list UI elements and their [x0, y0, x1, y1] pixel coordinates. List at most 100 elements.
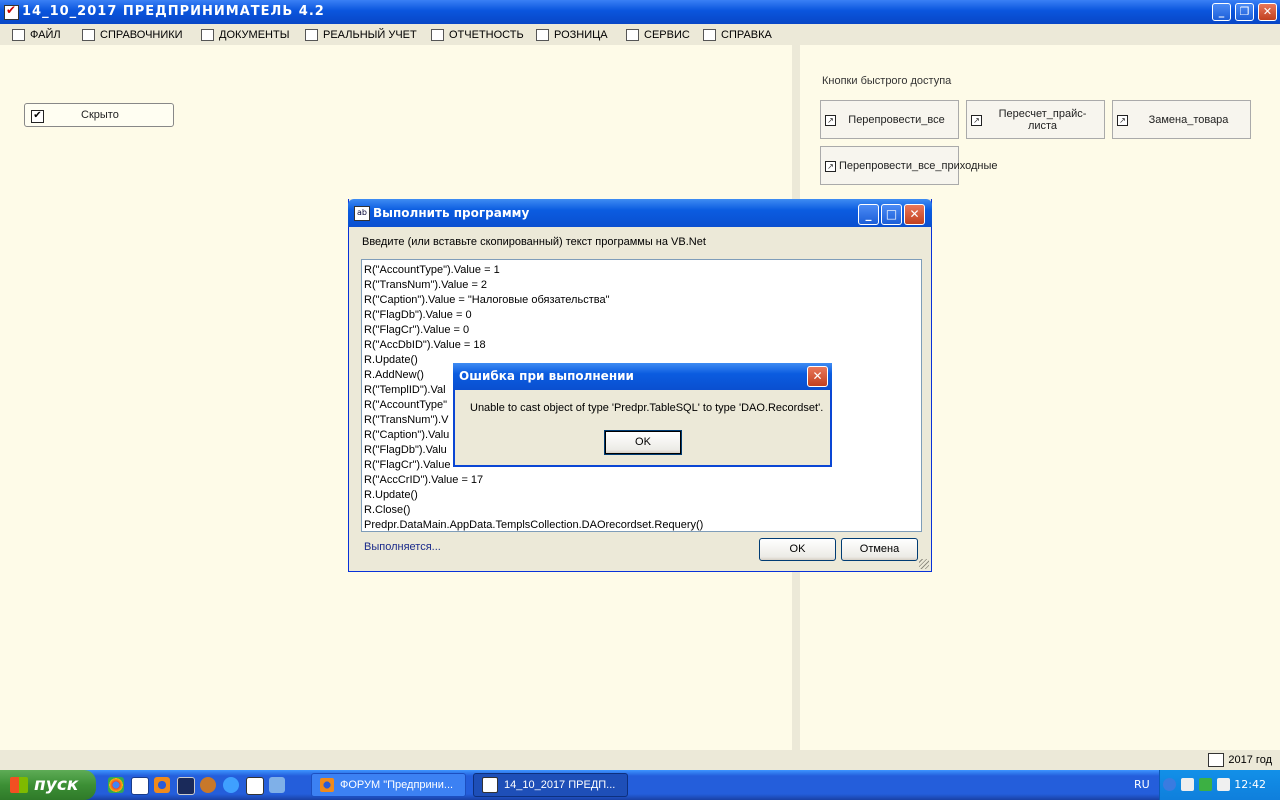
- menu-help[interactable]: СПРАВКА: [703, 27, 772, 43]
- menu-help-label: СПРАВКА: [721, 29, 772, 41]
- language-indicator[interactable]: RU: [1134, 778, 1150, 791]
- menu-documents-label: ДОКУМЕНТЫ: [219, 29, 290, 41]
- app-icon: [482, 777, 498, 793]
- code-line: R.Update(): [364, 489, 418, 501]
- app-title-bar[interactable]: 14_10_2017 ПРЕДПРИНИМАТЕЛЬ 4.2 _ ❐ ✕: [0, 0, 1280, 24]
- app-icon-paw[interactable]: [200, 777, 216, 793]
- chrome-icon[interactable]: [108, 777, 124, 793]
- volume-icon[interactable]: [1217, 778, 1230, 791]
- calculator-icon: [626, 29, 639, 41]
- home-icon: [82, 29, 95, 41]
- document-icon: [201, 29, 214, 41]
- menu-reports[interactable]: ОТЧЕТНОСТЬ: [431, 27, 524, 43]
- quick-access-title: Кнопки быстрого доступа: [822, 75, 952, 87]
- ie-icon[interactable]: [223, 777, 239, 793]
- menu-service-label: СЕРВИС: [644, 29, 690, 41]
- quick-button-replace-goods[interactable]: ↗ Замена_товара: [1112, 100, 1251, 139]
- code-line: R("TransNum").Value = 2: [364, 279, 488, 291]
- cancel-button[interactable]: Отмена: [841, 538, 918, 561]
- error-dialog-title: Ошибка при выполнении: [459, 369, 634, 383]
- text-icon: ab: [354, 206, 370, 221]
- firefox-icon: [320, 778, 334, 792]
- menu-documents[interactable]: ДОКУМЕНТЫ: [201, 27, 289, 43]
- folder-icon: [12, 29, 25, 41]
- menu-real-accounting-label: РЕАЛЬНЫЙ УЧЕТ: [323, 29, 417, 41]
- settings-icon[interactable]: [269, 777, 285, 793]
- firefox-icon[interactable]: [154, 777, 170, 793]
- menu-service[interactable]: СЕРВИС: [626, 27, 690, 43]
- resize-grip[interactable]: [919, 559, 929, 569]
- ok-button[interactable]: OK: [759, 538, 836, 561]
- code-line: Predpr.DataMain.AppData.TemplsCollection…: [364, 519, 704, 531]
- report-icon: [431, 29, 444, 41]
- run-dialog-title: Выполнить программу: [373, 206, 530, 220]
- task-label: 14_10_2017 ПРЕДП...: [504, 779, 616, 791]
- quick-button-repost-all[interactable]: ↗ Перепровести_все: [820, 100, 959, 139]
- menu-directories[interactable]: СПРАВОЧНИКИ: [82, 27, 183, 43]
- clock: 12:42: [1234, 778, 1266, 791]
- table-icon: [305, 29, 318, 41]
- quick-button-recalc-price[interactable]: ↗ Пересчет_прайс-листа: [966, 100, 1105, 139]
- error-dialog: Ошибка при выполнении ✕ Unable to cast o…: [453, 363, 832, 467]
- run-dialog-prompt: Введите (или вставьте скопированный) тек…: [362, 236, 706, 248]
- hidden-toggle[interactable]: ✔ Скрыто: [24, 103, 174, 127]
- calculator-icon[interactable]: [246, 777, 264, 795]
- start-button[interactable]: пуск: [0, 770, 96, 800]
- register-icon: [536, 29, 549, 41]
- close-button[interactable]: ✕: [1258, 3, 1277, 21]
- quick-button-label: Перепровести_все: [848, 113, 945, 126]
- running-status: Выполняется...: [364, 541, 441, 553]
- menu-reports-label: ОТЧЕТНОСТЬ: [449, 29, 524, 41]
- menu-retail[interactable]: РОЗНИЦА: [536, 27, 608, 43]
- run-dialog-title-bar[interactable]: ab Выполнить программу _ □ ✕: [348, 199, 932, 227]
- quick-button-label: Пересчет_прайс-листа: [998, 107, 1087, 132]
- minimize-button[interactable]: _: [1212, 3, 1231, 21]
- checkbox-checked-icon[interactable]: ✔: [31, 110, 44, 123]
- maximize-button[interactable]: □: [881, 204, 902, 225]
- app-title: 14_10_2017 ПРЕДПРИНИМАТЕЛЬ 4.2: [22, 4, 325, 19]
- status-bar: 2017 год: [0, 750, 1280, 770]
- task-label: ФОРУМ "Предприни...: [340, 779, 454, 791]
- year-label: 2017 год: [1228, 754, 1272, 766]
- tray-arrow-icon[interactable]: [1163, 778, 1176, 791]
- menu-directories-label: СПРАВОЧНИКИ: [100, 29, 183, 41]
- code-line: R("Caption").Value = "Налоговые обязател…: [364, 294, 610, 306]
- shortcut-icon: ↗: [825, 161, 836, 172]
- code-line: R("AccDbID").Value = 18: [364, 339, 486, 351]
- menu-real-accounting[interactable]: РЕАЛЬНЫЙ УЧЕТ: [305, 27, 417, 43]
- security-icon[interactable]: [1199, 778, 1212, 791]
- menu-retail-label: РОЗНИЦА: [554, 29, 608, 41]
- year-indicator[interactable]: 2017 год: [1208, 753, 1272, 767]
- task-forum[interactable]: ФОРУМ "Предприни...: [311, 773, 466, 797]
- mail-icon[interactable]: [131, 777, 149, 795]
- close-button[interactable]: ✕: [904, 204, 925, 225]
- error-ok-button[interactable]: OK: [604, 430, 682, 455]
- code-line: R("AccountType").Value = 1: [364, 264, 500, 276]
- minimize-button[interactable]: _: [858, 204, 879, 225]
- taskbar: пуск ФОРУМ "Предприни... 14_10_2017 ПРЕД…: [0, 770, 1280, 800]
- menu-bar: ФАЙЛ СПРАВОЧНИКИ ДОКУМЕНТЫ РЕАЛЬНЫЙ УЧЕТ…: [0, 24, 1280, 45]
- windows-logo-icon: [10, 777, 28, 793]
- book-icon: [703, 29, 716, 41]
- start-label: пуск: [34, 775, 79, 795]
- shortcut-icon: ↗: [971, 115, 982, 126]
- error-dialog-title-bar[interactable]: Ошибка при выполнении ✕: [453, 363, 832, 390]
- menu-file-label: ФАЙЛ: [30, 29, 61, 41]
- network-icon[interactable]: [1181, 778, 1194, 791]
- menu-file[interactable]: ФАЙЛ: [12, 27, 61, 43]
- error-message: Unable to cast object of type 'Predpr.Ta…: [470, 402, 824, 414]
- code-line: R.Close(): [364, 504, 411, 516]
- quick-button-label: Замена_товара: [1148, 113, 1229, 126]
- task-predprinimatel[interactable]: 14_10_2017 ПРЕДП...: [473, 773, 628, 797]
- desktop-icon[interactable]: [177, 777, 195, 795]
- code-line: R("AccCrID").Value = 17: [364, 474, 484, 486]
- quick-button-label: Перепровести_все_приходные: [839, 159, 998, 172]
- code-line: R("FlagDb").Value = 0: [364, 309, 472, 321]
- shortcut-icon: ↗: [825, 115, 836, 126]
- restore-button[interactable]: ❐: [1235, 3, 1254, 21]
- code-line: R("FlagCr").Value = 0: [364, 324, 470, 336]
- app-icon: [4, 3, 19, 20]
- close-button[interactable]: ✕: [807, 366, 828, 387]
- quick-button-repost-incoming[interactable]: ↗ Перепровести_все_приходные: [820, 146, 998, 185]
- shortcut-icon: ↗: [1117, 115, 1128, 126]
